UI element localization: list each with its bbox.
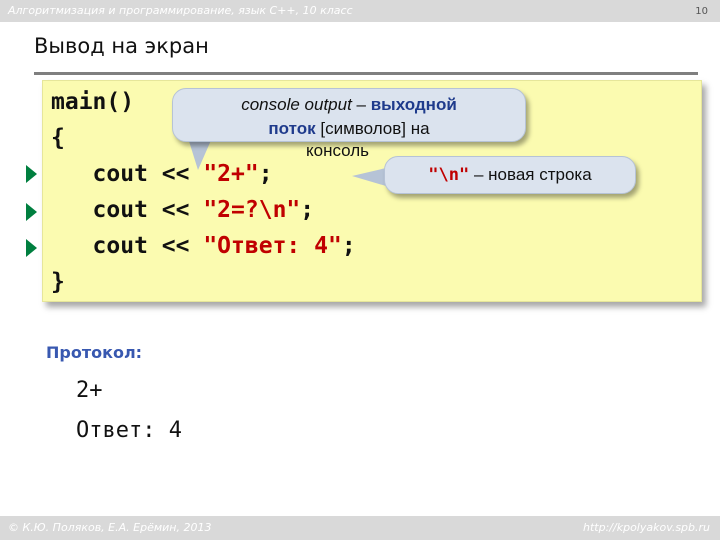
callout-tail [352, 168, 386, 186]
slide-title: Вывод на экран [34, 34, 209, 58]
code-text: ; [341, 233, 356, 259]
footer-bar: © К.Ю. Поляков, Е.А. Ерёмин, 2013 http:/… [0, 516, 720, 540]
console-output-callout: console output – выходной поток [символо… [172, 88, 526, 142]
code-text: ; [258, 161, 273, 187]
output-line-1: 2+ [76, 378, 103, 403]
header-bar: Алгоритмизация и программирование, язык … [0, 0, 720, 22]
code-line-main: main() [51, 89, 135, 115]
step-marker-icon [26, 239, 37, 257]
code-line-cout-2: cout << "2=?\n"; [51, 197, 315, 223]
newline-code: "\n" [428, 165, 470, 185]
code-text: cout << [51, 161, 204, 187]
step-marker-icon [26, 165, 37, 183]
callout-keyword: поток [268, 119, 316, 138]
string-literal: "Ответ: 4" [203, 233, 342, 259]
callout-tail [188, 138, 212, 170]
code-text: cout << [51, 233, 204, 259]
code-text: cout << [51, 197, 204, 223]
output-line-2: Ответ: 4 [76, 418, 182, 443]
callout-line-1: console output – выходной [173, 93, 525, 117]
newline-callout: "\n" – новая строка [384, 156, 636, 194]
code-line-cout-3: cout << "Ответ: 4"; [51, 233, 356, 259]
footer-copyright: © К.Ю. Поляков, Е.А. Ерёмин, 2013 [8, 521, 212, 534]
newline-text: – новая строка [469, 165, 592, 184]
callout-text: [символов] на [315, 119, 430, 138]
callout-keyword: выходной [370, 95, 457, 114]
step-marker-icon [26, 203, 37, 221]
title-divider [34, 72, 698, 75]
callout-term: console output [241, 95, 352, 114]
callout-line-2: поток [символов] на [173, 117, 525, 141]
code-line-open-brace: { [51, 125, 65, 151]
page-number: 10 [695, 6, 708, 17]
code-line-close-brace: } [51, 269, 65, 295]
callout-overflow-text: консоль [306, 141, 370, 160]
string-literal: "2=?\n" [203, 197, 301, 223]
footer-site-link[interactable]: http://kpolyakov.spb.ru [583, 521, 710, 534]
code-line-cout-1: cout << "2+"; [51, 161, 273, 187]
callout-dash: – [351, 95, 371, 114]
course-title: Алгоритмизация и программирование, язык … [8, 4, 353, 17]
protocol-label: Протокол: [46, 343, 143, 362]
code-text: ; [300, 197, 315, 223]
